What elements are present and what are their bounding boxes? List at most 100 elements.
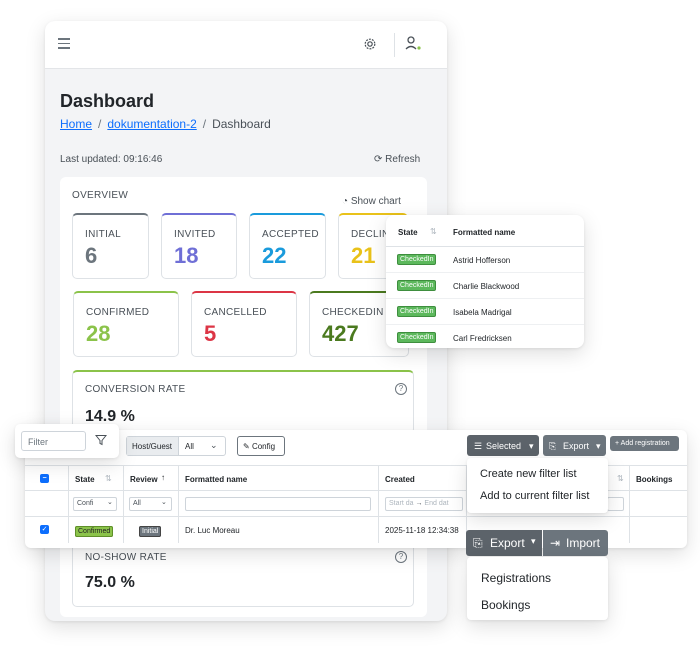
refresh-label: Refresh: [385, 154, 421, 165]
sort-asc-icon[interactable]: ↑: [161, 473, 165, 482]
stat-label: DECLIN: [351, 229, 390, 240]
top-bar: [45, 21, 447, 69]
export-label: Export: [563, 441, 590, 451]
state-badge: CheckedIn: [397, 280, 437, 291]
filter-cell: [25, 491, 69, 517]
refresh-icon: ⟳: [374, 154, 383, 165]
sort-icon[interactable]: ⇅: [430, 227, 437, 236]
user-icon[interactable]: [405, 36, 423, 52]
row-checkbox[interactable]: ✓: [40, 525, 49, 534]
table-row[interactable]: CheckedIn Carl Fredricksen: [386, 325, 584, 348]
breadcrumb-event[interactable]: dokumentation-2: [107, 117, 196, 131]
state-filter-value: Confi: [77, 500, 94, 507]
filter-cell: [630, 491, 687, 517]
stat-label: CHECKEDIN: [322, 307, 384, 318]
stat-invited[interactable]: INVITED 18: [161, 213, 237, 279]
export-button[interactable]: ⎘ Export ▾: [543, 435, 606, 456]
table-row[interactable]: CheckedIn Astrid Hofferson: [386, 247, 584, 273]
stat-label: CONFIRMED: [86, 307, 150, 318]
menu-item-bookings[interactable]: Bookings: [481, 598, 530, 612]
column-label: Created: [385, 475, 415, 484]
add-registration-button[interactable]: + Add registration: [610, 436, 679, 451]
column-state[interactable]: State: [398, 228, 418, 237]
breadcrumb: Home / dokumentation-2/Dashboard: [60, 117, 271, 131]
menu-item-registrations[interactable]: Registrations: [481, 571, 551, 585]
import-label: Import: [566, 536, 601, 550]
sort-icon[interactable]: ⇅: [617, 474, 624, 483]
no-show-rate-card: NO-SHOW RATE ? 75.0 %: [72, 541, 414, 607]
stat-initial[interactable]: INITIAL 6: [72, 213, 149, 279]
column-label: State: [75, 475, 95, 484]
conversion-rate-label: CONVERSION RATE: [85, 384, 186, 395]
column-bookings[interactable]: Bookings: [630, 466, 687, 492]
last-updated: Last updated: 09:16:46: [60, 154, 163, 165]
select-all-cell: −: [25, 466, 69, 492]
table-row[interactable]: CheckedIn Charlie Blackwood: [386, 273, 584, 299]
menu-item-create-filter-list[interactable]: Create new filter list: [480, 468, 577, 480]
overview-card: OVERVIEW ◔ Show chart INITIAL 6 INVITED …: [60, 177, 427, 617]
selected-button[interactable]: ☰ Selected ▾: [467, 435, 539, 456]
chevron-down-icon: ⌄: [107, 499, 113, 506]
row-select-cell: ✓: [25, 517, 69, 543]
column-formatted-name[interactable]: Formatted name: [179, 466, 379, 492]
column-review[interactable]: Review ↑: [124, 466, 179, 492]
selected-label: Selected: [486, 441, 522, 451]
sort-icon[interactable]: ⇅: [105, 474, 112, 483]
stat-value: 28: [86, 321, 111, 346]
chevron-down-icon: ⌄: [161, 499, 167, 506]
state-filter-select[interactable]: Confi ⌄: [73, 497, 117, 511]
stat-label: ACCEPTED: [262, 229, 319, 240]
gear-icon[interactable]: [363, 37, 377, 51]
row-name: Isabela Madrigal: [453, 308, 512, 317]
export-icon: ⎘: [473, 536, 483, 550]
export-menu: Registrations Bookings: [467, 557, 608, 620]
menu-item-add-to-filter-list[interactable]: Add to current filter list: [480, 490, 589, 502]
date-range-input[interactable]: Start da → End dat: [385, 497, 463, 511]
table-header: State ⇅ Formatted name: [386, 215, 584, 247]
stat-cancelled[interactable]: CANCELLED 5: [191, 291, 297, 357]
stat-label: INITIAL: [85, 229, 121, 240]
column-created[interactable]: Created: [379, 466, 467, 492]
caret-down-icon: ▾: [531, 536, 536, 546]
stat-label: INVITED: [174, 229, 216, 240]
import-icon: ⇥: [550, 536, 561, 550]
column-formatted-name[interactable]: Formatted name: [453, 228, 515, 237]
review-filter-value: All: [133, 500, 141, 507]
table-row[interactable]: CheckedIn Isabela Madrigal: [386, 299, 584, 325]
row-name: Astrid Hofferson: [453, 256, 511, 265]
host-guest-label: Host/Guest: [127, 437, 179, 455]
breadcrumb-home[interactable]: Home: [60, 117, 92, 131]
import-button[interactable]: ⇥ Import: [543, 530, 608, 556]
state-table-panel: State ⇅ Formatted name CheckedIn Astrid …: [386, 215, 584, 348]
menu-icon[interactable]: [58, 38, 70, 49]
filter-input[interactable]: Filter: [21, 431, 86, 451]
export-button[interactable]: ⎘ Export ▾: [466, 530, 542, 556]
chart-icon: ◔: [342, 196, 349, 207]
review-filter-select[interactable]: All ⌄: [129, 497, 172, 511]
created-cell: 2025-11-18 12:34:38: [379, 517, 467, 543]
stat-confirmed[interactable]: CONFIRMED 28: [73, 291, 179, 357]
conversion-rate-card: CONVERSION RATE ? 14.9 %: [72, 370, 414, 434]
name-cell: Dr. Luc Moreau: [179, 517, 379, 543]
stat-value: 21: [351, 243, 376, 268]
filter-icon[interactable]: [95, 434, 107, 446]
config-button[interactable]: ✎ Config: [237, 436, 285, 456]
host-guest-select[interactable]: Host/Guest All ⌄: [126, 436, 226, 456]
refresh-button[interactable]: ⟳ Refresh: [374, 154, 420, 165]
review-cell: Initial: [124, 517, 179, 543]
filter-input[interactable]: [607, 497, 624, 511]
name-filter-input[interactable]: [185, 497, 371, 511]
stat-label: CANCELLED: [204, 307, 267, 318]
help-icon[interactable]: ?: [395, 383, 407, 395]
row-name: Carl Fredricksen: [453, 334, 512, 343]
state-badge: CheckedIn: [397, 332, 437, 343]
export-icon: ⎘: [549, 441, 557, 451]
show-chart-button[interactable]: ◔ Show chart: [342, 196, 401, 207]
caret-down-icon: ▾: [596, 441, 601, 451]
filter-cell: All ⌄: [124, 491, 179, 517]
arrow-right-icon: →: [415, 500, 423, 507]
stat-accepted[interactable]: ACCEPTED 22: [249, 213, 326, 279]
select-all-checkbox[interactable]: −: [40, 474, 49, 483]
column-state[interactable]: State ⇅: [69, 466, 124, 492]
help-icon[interactable]: ?: [395, 551, 407, 563]
